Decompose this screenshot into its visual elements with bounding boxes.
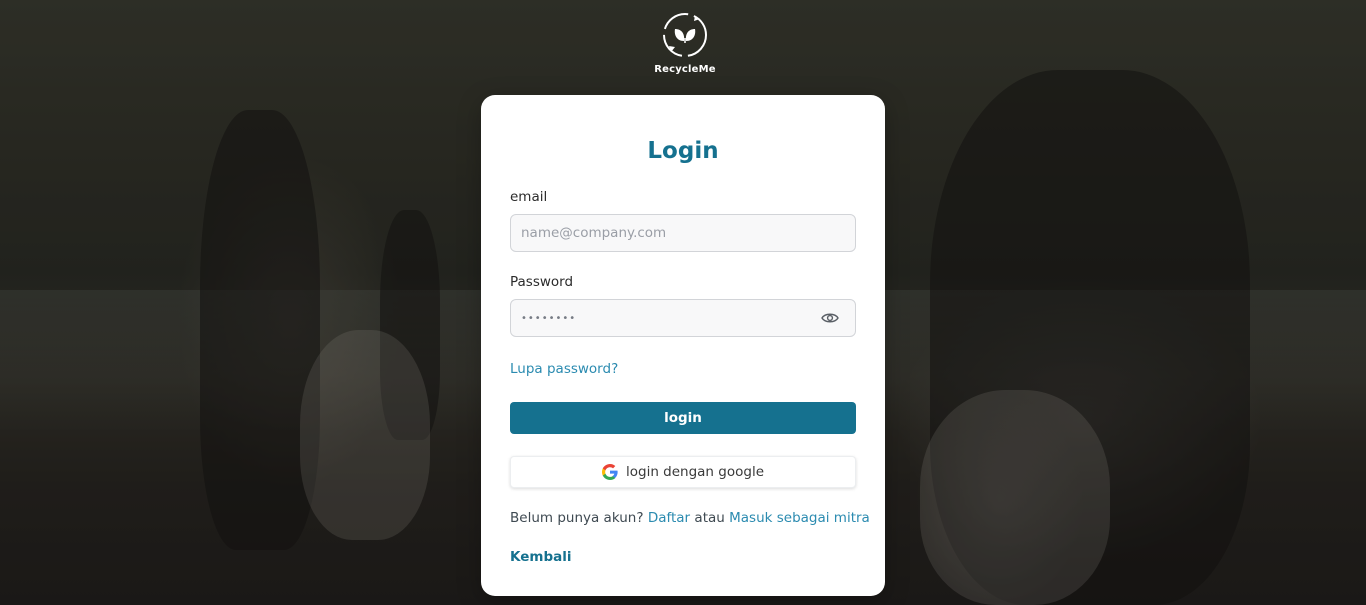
partner-login-link[interactable]: Masuk sebagai mitra bbox=[729, 510, 870, 526]
password-field[interactable]: •••••••• bbox=[510, 299, 856, 337]
login-title: Login bbox=[647, 138, 719, 164]
register-link[interactable]: Daftar bbox=[648, 510, 690, 526]
password-label: Password bbox=[510, 274, 574, 290]
email-label: email bbox=[510, 189, 548, 205]
brand: RecycleMe bbox=[652, 10, 718, 75]
login-card: Login email name@company.com Password ••… bbox=[481, 95, 885, 596]
email-field[interactable]: name@company.com bbox=[510, 214, 856, 252]
signup-connector: atau bbox=[694, 510, 725, 526]
google-icon bbox=[601, 464, 618, 480]
recycle-leaf-icon bbox=[663, 13, 707, 57]
password-value: •••••••• bbox=[521, 312, 577, 324]
google-login-button[interactable]: login dengan google bbox=[510, 456, 856, 488]
back-link[interactable]: Kembali bbox=[510, 549, 571, 565]
brand-name: RecycleMe bbox=[654, 64, 716, 75]
eye-icon[interactable] bbox=[821, 311, 839, 325]
forgot-password-link[interactable]: Lupa password? bbox=[510, 361, 618, 377]
signup-prompt-text: Belum punya akun? bbox=[510, 510, 644, 526]
google-login-label: login dengan google bbox=[625, 464, 764, 480]
login-button[interactable]: login bbox=[510, 402, 856, 434]
signup-prompt: Belum punya akun? Daftar atau Masuk seba… bbox=[510, 510, 870, 526]
email-placeholder: name@company.com bbox=[521, 225, 667, 241]
